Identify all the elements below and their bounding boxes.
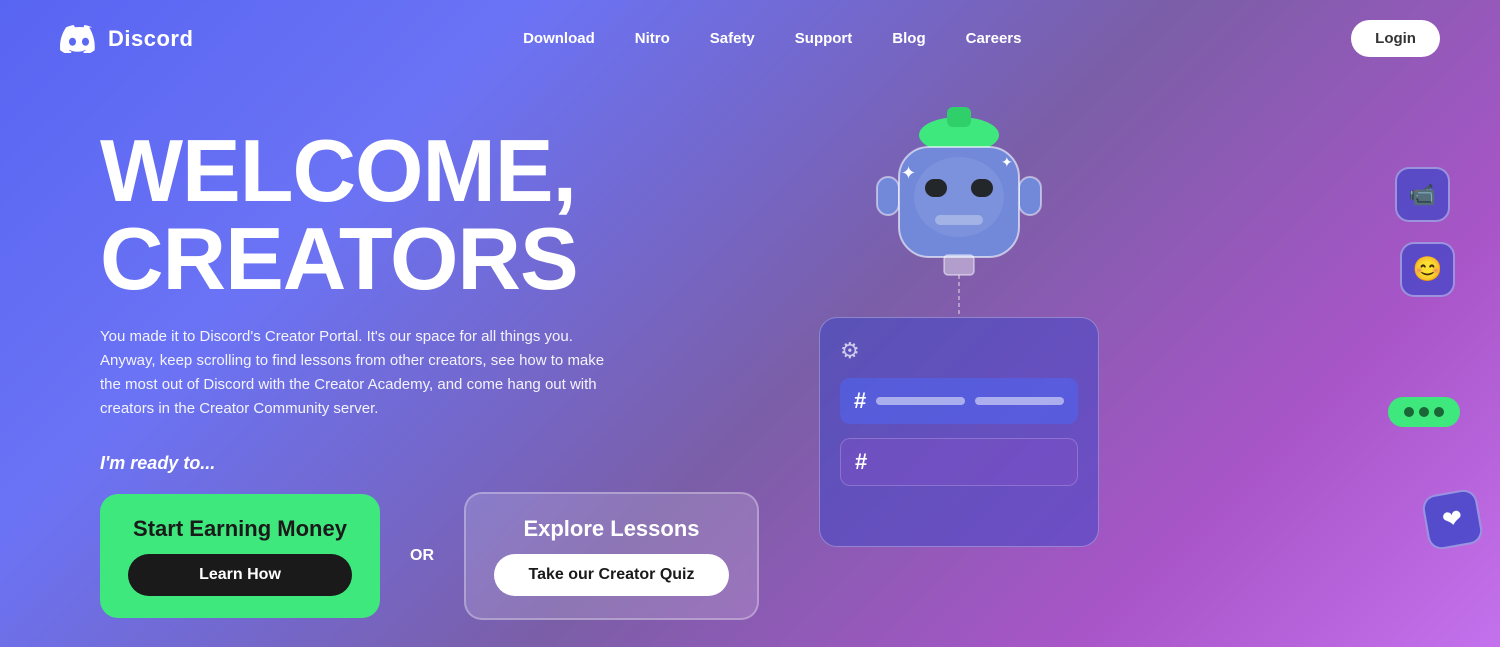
logo-area: Discord [60,25,193,53]
nav-support[interactable]: Support [795,30,853,47]
channel-line-long [975,397,1064,405]
earn-money-card[interactable]: Start Earning Money Learn How [100,494,380,618]
login-button[interactable]: Login [1351,20,1440,57]
cta-row: Start Earning Money Learn How OR Explore… [100,492,759,620]
settings-gear-icon: ⚙ [840,338,1078,364]
brand-name: Discord [108,26,193,52]
hero-subtitle: You made it to Discord's Creator Portal.… [100,325,620,421]
hero-illustration: ✦ ✦ ⚙ # # [799,107,1440,627]
video-icon: 📹 [1395,167,1450,222]
heart-icon: ❤ [1421,488,1485,552]
creator-quiz-button[interactable]: Take our Creator Quiz [494,554,729,596]
hero-title: WELCOME, CREATORS [100,127,759,303]
discord-ui-panel: ⚙ # # [819,317,1099,547]
nav-links: Download Nitro Safety Support Blog Caree… [523,30,1021,48]
nav-safety[interactable]: Safety [710,30,755,47]
nav-nitro[interactable]: Nitro [635,30,670,47]
explore-lessons-card[interactable]: Explore Lessons Take our Creator Quiz [464,492,759,620]
svg-text:✦: ✦ [1001,154,1013,170]
hero-content: WELCOME, CREATORS You made it to Discord… [100,107,759,620]
nav-download[interactable]: Download [523,30,595,47]
hash-icon-1: # [854,388,866,414]
discord-logo-icon [60,25,98,53]
learn-how-button[interactable]: Learn How [128,554,352,596]
dot-1 [1404,407,1414,417]
nav-blog[interactable]: Blog [892,30,925,47]
channel-row-2: # [840,438,1078,486]
or-divider: OR [410,547,434,565]
explore-lessons-title: Explore Lessons [523,516,699,542]
navbar: Discord Download Nitro Safety Support Bl… [0,0,1500,77]
page-wrapper: Discord Download Nitro Safety Support Bl… [0,0,1500,647]
hero-section: WELCOME, CREATORS You made it to Discord… [0,77,1500,647]
typing-dots [1388,397,1460,427]
channel-line-short [876,397,965,405]
svg-text:✦: ✦ [901,163,916,183]
nav-careers[interactable]: Careers [966,30,1022,47]
hash-icon-2: # [855,449,867,475]
emoji-icon: 😊 [1400,242,1455,297]
ready-label: I'm ready to... [100,453,759,474]
dot-2 [1419,407,1429,417]
earn-money-title: Start Earning Money [133,516,347,542]
channel-row-1: # [840,378,1078,424]
discord-bot-robot: ✦ ✦ [849,107,1069,347]
dot-3 [1434,407,1444,417]
